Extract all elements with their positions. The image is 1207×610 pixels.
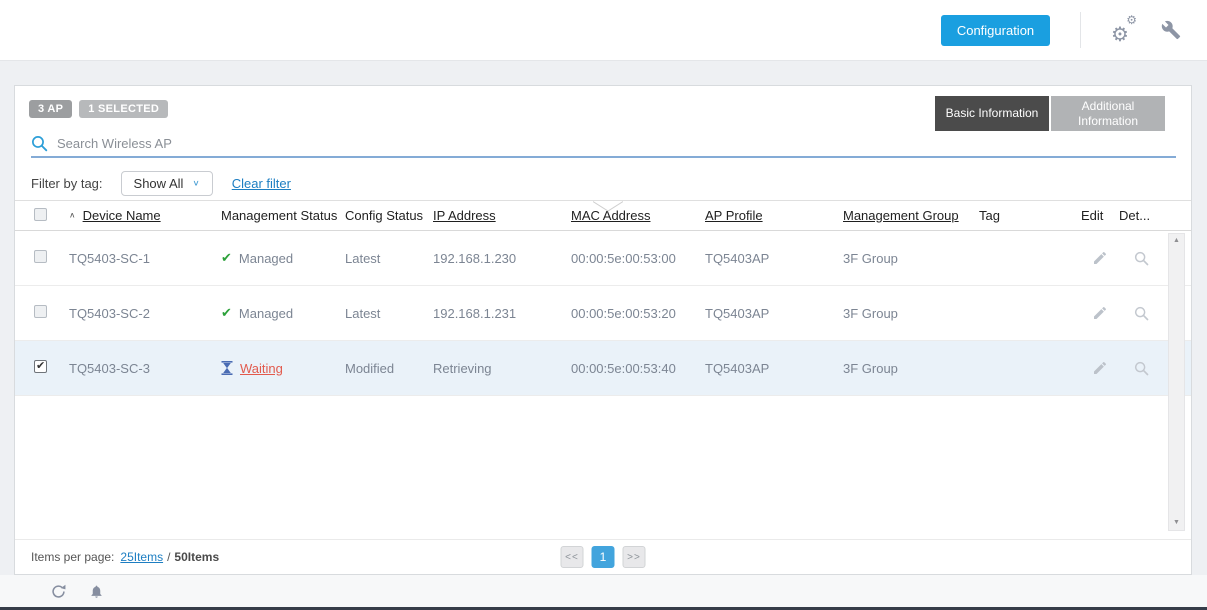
items-per-page-label: Items per page:: [31, 550, 114, 564]
ap-count-badge: 3 AP: [29, 100, 72, 118]
collapse-panel-notch-icon[interactable]: [593, 200, 623, 211]
settings-gears-icon[interactable]: ⚙ ⚙: [1111, 17, 1137, 43]
management-group-cell: 3F Group: [843, 361, 979, 376]
vertical-scrollbar[interactable]: ▲ ▼: [1168, 233, 1185, 531]
management-status-cell: Managed: [239, 251, 293, 266]
edit-pencil-icon[interactable]: [1092, 250, 1108, 266]
scroll-up-icon[interactable]: ▲: [1173, 237, 1180, 245]
ip-address-cell: Retrieving: [433, 361, 571, 376]
column-header-edit: Edit: [1081, 208, 1119, 223]
per-page-total-label: 50Items: [174, 550, 219, 564]
column-header-ip-address[interactable]: IP Address: [433, 208, 496, 223]
device-name-cell: TQ5403-SC-1: [69, 251, 221, 266]
tab-additional-information[interactable]: Additional Information: [1051, 96, 1165, 131]
search-icon: [31, 135, 48, 152]
tag-filter-dropdown[interactable]: Show All ∨: [121, 171, 213, 196]
device-name-cell: TQ5403-SC-3: [69, 361, 221, 376]
sort-ascending-icon[interactable]: ∧: [69, 211, 76, 220]
tools-wrench-icon[interactable]: [1161, 20, 1181, 40]
column-header-ap-profile[interactable]: AP Profile: [705, 208, 763, 223]
search-bar: [31, 130, 1176, 158]
selected-count-badge: 1 SELECTED: [79, 100, 168, 118]
config-status-cell: Latest: [345, 251, 433, 266]
pagination-controls: << 1 >>: [561, 546, 646, 568]
info-tabs: Basic Information Additional Information: [935, 96, 1165, 131]
chevron-down-icon: ∨: [192, 179, 199, 188]
ip-address-cell: 192.168.1.230: [433, 251, 571, 266]
column-header-management-status: Management Status: [221, 208, 345, 223]
column-header-management-group[interactable]: Management Group: [843, 208, 959, 223]
prev-page-button[interactable]: <<: [561, 546, 584, 568]
per-page-separator: /: [167, 550, 170, 564]
table-row[interactable]: TQ5403-SC-2 Managed Latest 192.168.1.231…: [15, 286, 1191, 341]
row-checkbox[interactable]: [34, 305, 47, 318]
mac-address-cell: 00:00:5e:00:53:20: [571, 306, 705, 321]
ap-profile-cell: TQ5403AP: [705, 251, 843, 266]
table-header-row: ∧ Device Name Management Status Config S…: [15, 200, 1191, 231]
details-magnifier-icon[interactable]: [1134, 251, 1149, 266]
management-status-cell: Managed: [239, 306, 293, 321]
ip-address-cell: 192.168.1.231: [433, 306, 571, 321]
per-page-25-link[interactable]: 25Items: [120, 550, 163, 564]
mac-address-cell: 00:00:5e:00:53:40: [571, 361, 705, 376]
search-input[interactable]: [57, 136, 1176, 151]
notifications-bell-icon[interactable]: [89, 584, 104, 599]
details-magnifier-icon[interactable]: [1134, 361, 1149, 376]
edit-pencil-icon[interactable]: [1092, 360, 1108, 376]
column-header-device-name[interactable]: Device Name: [83, 208, 161, 223]
configuration-button[interactable]: Configuration: [941, 15, 1050, 46]
summary-badges: 3 AP 1 SELECTED: [29, 100, 168, 118]
ap-list-panel: 3 AP 1 SELECTED Basic Information Additi…: [14, 85, 1192, 575]
table-body: TQ5403-SC-1 Managed Latest 192.168.1.230…: [15, 231, 1191, 541]
row-checkbox[interactable]: [34, 250, 47, 263]
refresh-icon[interactable]: [50, 583, 67, 600]
page-1-button[interactable]: 1: [592, 546, 615, 568]
filter-by-tag-label: Filter by tag:: [31, 176, 103, 191]
ap-profile-cell: TQ5403AP: [705, 361, 843, 376]
management-group-cell: 3F Group: [843, 306, 979, 321]
waiting-status-link[interactable]: Waiting: [240, 361, 283, 376]
table-footer: Items per page: 25Items / 50Items << 1 >…: [15, 539, 1191, 574]
column-header-details: Det...: [1119, 208, 1163, 223]
filter-bar: Filter by tag: Show All ∨ Clear filter: [31, 170, 291, 196]
details-magnifier-icon[interactable]: [1134, 306, 1149, 321]
row-checkbox[interactable]: [34, 360, 47, 373]
column-header-tag: Tag: [979, 208, 1081, 223]
toolbar-divider: [1080, 12, 1081, 48]
tag-filter-value: Show All: [134, 176, 184, 191]
top-toolbar: Configuration ⚙ ⚙: [0, 0, 1207, 61]
waiting-hourglass-icon: [221, 361, 233, 375]
status-footer: [0, 575, 1207, 607]
edit-pencil-icon[interactable]: [1092, 305, 1108, 321]
select-all-checkbox[interactable]: [34, 208, 47, 221]
config-status-cell: Modified: [345, 361, 433, 376]
managed-check-icon: [221, 250, 232, 266]
table-row-selected[interactable]: TQ5403-SC-3 Waiting Modified Retrieving …: [15, 341, 1191, 396]
management-group-cell: 3F Group: [843, 251, 979, 266]
scroll-down-icon[interactable]: ▼: [1173, 519, 1180, 527]
table-row[interactable]: TQ5403-SC-1 Managed Latest 192.168.1.230…: [15, 231, 1191, 286]
managed-check-icon: [221, 305, 232, 321]
next-page-button[interactable]: >>: [623, 546, 646, 568]
clear-filter-link[interactable]: Clear filter: [232, 176, 291, 191]
column-header-config-status: Config Status: [345, 208, 433, 223]
device-name-cell: TQ5403-SC-2: [69, 306, 221, 321]
ap-profile-cell: TQ5403AP: [705, 306, 843, 321]
tab-basic-information[interactable]: Basic Information: [935, 96, 1049, 131]
config-status-cell: Latest: [345, 306, 433, 321]
mac-address-cell: 00:00:5e:00:53:00: [571, 251, 705, 266]
